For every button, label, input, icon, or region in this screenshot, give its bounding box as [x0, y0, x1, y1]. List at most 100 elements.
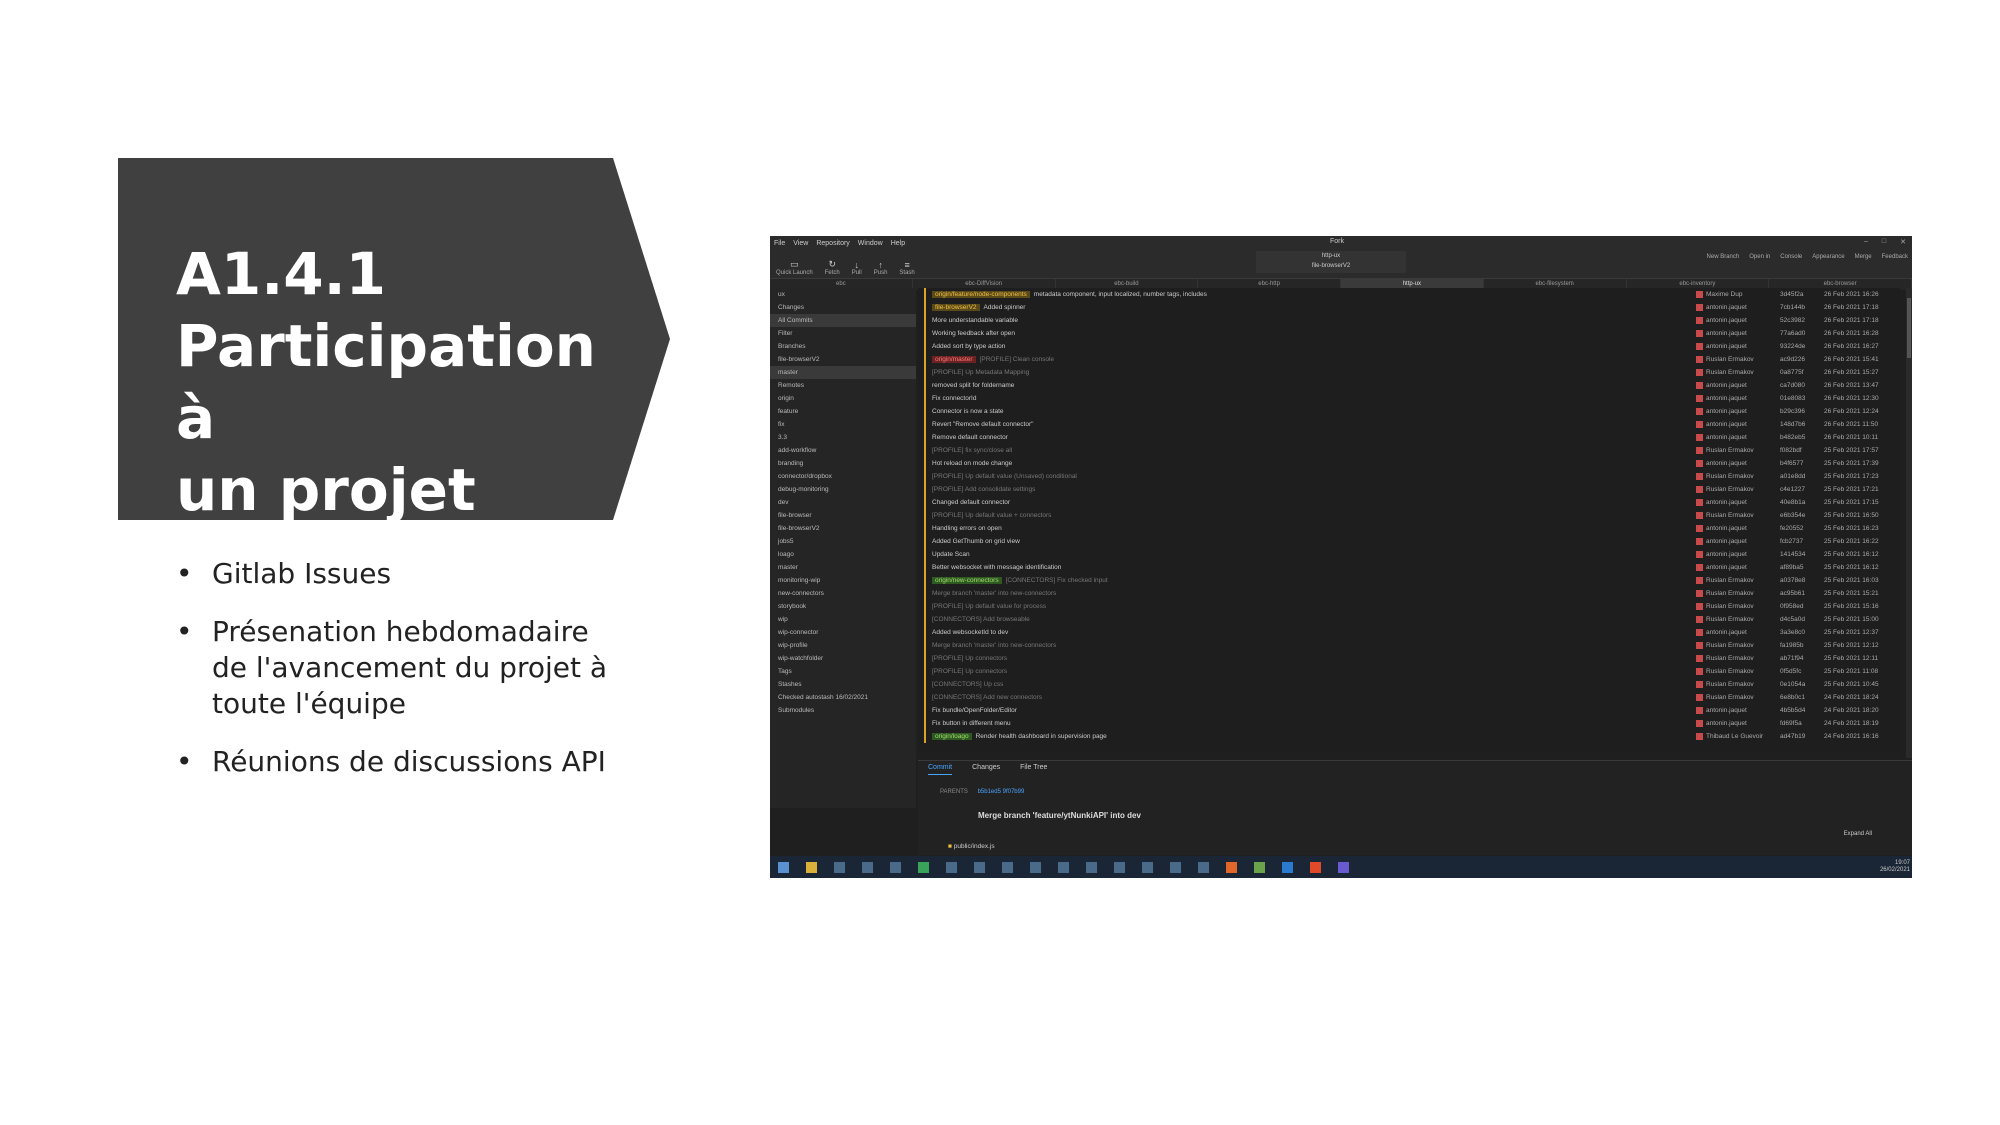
sidebar-item[interactable]: debug-monitoring: [770, 483, 916, 496]
branch-tag[interactable]: origin/new-connectors: [932, 577, 1002, 584]
commit-row[interactable]: file-browserV2 Added spinner antonin.jaque…: [918, 301, 1900, 314]
tab-commit[interactable]: Commit: [928, 761, 953, 775]
commit-row[interactable]: Connector is now a state antonin.jaquet b2…: [918, 405, 1900, 418]
commit-row[interactable]: Revert "Remove default connector" antonin…: [918, 418, 1900, 431]
merge-button[interactable]: Merge: [1855, 254, 1872, 260]
fetch-button[interactable]: ↻ Fetch: [825, 259, 840, 276]
sidebar-item[interactable]: master: [770, 366, 916, 379]
commit-row[interactable]: [PROFILE] fix sync/close all Ruslan Ermak…: [918, 444, 1900, 457]
commit-row[interactable]: [PROFILE] Up default value + connectors R…: [918, 509, 1900, 522]
menu-help[interactable]: Help: [891, 240, 905, 247]
app-icon[interactable]: [862, 861, 873, 873]
sidebar-item[interactable]: wip-profile: [770, 639, 916, 652]
app-icon[interactable]: [1114, 861, 1125, 873]
sidebar-item[interactable]: origin: [770, 392, 916, 405]
sidebar-item[interactable]: wip: [770, 613, 916, 626]
commit-row[interactable]: [CONNECTORS] Add browseable Ruslan Ermako…: [918, 613, 1900, 626]
app-icon[interactable]: [834, 861, 845, 873]
system-clock[interactable]: 19:07 26/02/2021: [1880, 860, 1910, 874]
sidebar-item[interactable]: monitoring-wip: [770, 574, 916, 587]
commit-row[interactable]: More understandable variable antonin.jaqu…: [918, 314, 1900, 327]
changed-file[interactable]: ■ public/index.js: [948, 843, 995, 850]
sidebar-item[interactable]: fix: [770, 418, 916, 431]
maximize-icon[interactable]: □: [1882, 238, 1886, 246]
console-button[interactable]: Console: [1780, 254, 1802, 260]
quick-launch-button[interactable]: ▭ Quick Launch: [776, 259, 813, 276]
sidebar-item[interactable]: file-browser: [770, 509, 916, 522]
commit-row[interactable]: origin/feature/node-components metadata c…: [918, 288, 1900, 301]
app-icon[interactable]: [1058, 861, 1069, 873]
commit-row[interactable]: [CONNECTORS] Up css Ruslan Ermakov 0e1054a…: [918, 678, 1900, 691]
commit-row[interactable]: Remove default connector antonin.jaquet b4…: [918, 431, 1900, 444]
commit-row[interactable]: Fix bundle/OpenFolder/Editor antonin.jaqu…: [918, 704, 1900, 717]
commit-row[interactable]: Added GetThumb on grid view antonin.jaque…: [918, 535, 1900, 548]
sidebar-item[interactable]: file-browserV2: [770, 522, 916, 535]
sidebar-item[interactable]: feature: [770, 405, 916, 418]
repository-selector[interactable]: http-ux file-browserV2: [1256, 251, 1406, 273]
sidebar-item[interactable]: Tags: [770, 665, 916, 678]
sidebar-item[interactable]: Stashes: [770, 678, 916, 691]
app-icon[interactable]: [1030, 861, 1041, 873]
sidebar-item[interactable]: Checked autostash 16/02/2021: [770, 691, 916, 704]
sidebar-item[interactable]: add-workflow: [770, 444, 916, 457]
commit-row[interactable]: Added websocketId to dev antonin.jaquet 3a…: [918, 626, 1900, 639]
app-icon[interactable]: [1086, 861, 1097, 873]
teams-icon[interactable]: [1338, 861, 1349, 873]
sidebar-item[interactable]: loago: [770, 548, 916, 561]
sidebar-item[interactable]: new-connectors: [770, 587, 916, 600]
commit-row[interactable]: Handling errors on open antonin.jaquet fe2…: [918, 522, 1900, 535]
push-button[interactable]: ↑ Push: [874, 260, 888, 276]
parents-value[interactable]: b5b1ed5 9f07b99: [978, 789, 1025, 795]
app-icon[interactable]: [974, 861, 985, 873]
sidebar-item[interactable]: All Commits: [770, 314, 916, 327]
app-icon[interactable]: [1170, 861, 1181, 873]
new-branch-button[interactable]: New Branch: [1707, 254, 1740, 260]
sidebar-item[interactable]: 3.3: [770, 431, 916, 444]
menu-window[interactable]: Window: [858, 240, 883, 247]
commit-row[interactable]: [PROFILE] Up Metadata Mapping Ruslan Erma…: [918, 366, 1900, 379]
app-icon[interactable]: [1002, 861, 1013, 873]
branch-tag[interactable]: origin/loago: [932, 733, 972, 740]
app-icon[interactable]: [890, 861, 901, 873]
git-icon[interactable]: [1254, 861, 1265, 873]
commit-row[interactable]: Fix button in different menu antonin.jaqu…: [918, 717, 1900, 730]
sidebar-item[interactable]: dev: [770, 496, 916, 509]
commit-row[interactable]: Fix connectorId antonin.jaquet 01e8083 26 F…: [918, 392, 1900, 405]
sidebar-item[interactable]: Filter: [770, 327, 916, 340]
sidebar-item[interactable]: Changes: [770, 301, 916, 314]
commit-row[interactable]: [PROFILE] Up default value for process Ru…: [918, 600, 1900, 613]
sidebar-item[interactable]: wip-watchfolder: [770, 652, 916, 665]
commit-row[interactable]: Working feedback after open antonin.jaque…: [918, 327, 1900, 340]
sidebar-item[interactable]: connector/dropbox: [770, 470, 916, 483]
commit-row[interactable]: [PROFILE] Up default value (Unsaved) con…: [918, 470, 1900, 483]
commit-row[interactable]: Update Scan antonin.jaquet 1414534 25 Feb 2…: [918, 548, 1900, 561]
minimize-icon[interactable]: –: [1864, 238, 1868, 246]
branch-tag[interactable]: origin/feature/node-components: [932, 291, 1030, 298]
close-icon[interactable]: ✕: [1900, 238, 1906, 246]
sidebar-item[interactable]: branding: [770, 457, 916, 470]
tab-changes[interactable]: Changes: [972, 761, 1000, 775]
commit-row[interactable]: [PROFILE] Up connectors Ruslan Ermakov ab7…: [918, 652, 1900, 665]
commit-row[interactable]: [CONNECTORS] Add new connectors Ruslan Er…: [918, 691, 1900, 704]
sidebar-item[interactable]: Remotes: [770, 379, 916, 392]
sidebar-item[interactable]: jobs5: [770, 535, 916, 548]
commit-row[interactable]: Changed default connector antonin.jaquet 4…: [918, 496, 1900, 509]
commit-row[interactable]: origin/new-connectors [CONNECTORS] Fix ch…: [918, 574, 1900, 587]
sidebar-item[interactable]: ux: [770, 288, 916, 301]
commit-row[interactable]: [PROFILE] Add consolidate settings Ruslan…: [918, 483, 1900, 496]
commit-row[interactable]: Merge branch 'master' into new-connector…: [918, 587, 1900, 600]
sidebar-item[interactable]: master: [770, 561, 916, 574]
vscode-icon[interactable]: [1282, 861, 1293, 873]
scrollbar[interactable]: [1906, 288, 1912, 758]
commit-row[interactable]: Hot reload on mode change antonin.jaquet b…: [918, 457, 1900, 470]
feedback-button[interactable]: Feedback: [1882, 254, 1908, 260]
appearance-button[interactable]: Appearance: [1812, 254, 1844, 260]
tab-file-tree[interactable]: File Tree: [1020, 761, 1047, 775]
sidebar-item[interactable]: wip-connector: [770, 626, 916, 639]
sidebar-item[interactable]: file-browserV2: [770, 353, 916, 366]
menu-repository[interactable]: Repository: [816, 240, 849, 247]
expand-all-button[interactable]: Expand All: [1844, 831, 1872, 837]
app-icon[interactable]: [946, 861, 957, 873]
commit-row[interactable]: origin/master [PROFILE] Clean console Rusl…: [918, 353, 1900, 366]
app-icon[interactable]: [1310, 861, 1321, 873]
